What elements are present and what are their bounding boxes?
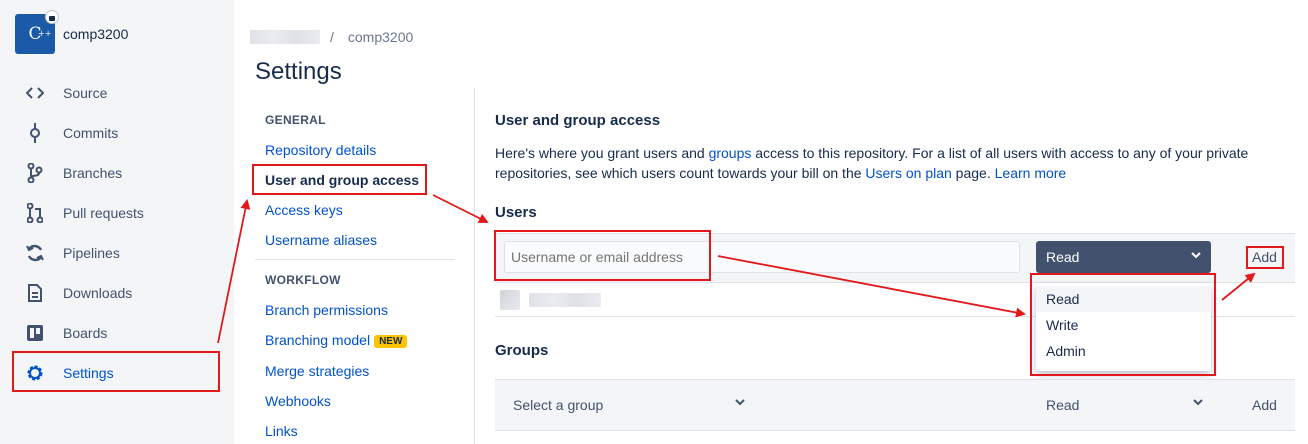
subnav-divider: [255, 259, 455, 260]
subnav-general-heading: GENERAL: [265, 113, 326, 127]
sidebar-item-label: Commits: [63, 125, 119, 141]
sidebar-item-label: Branches: [63, 165, 123, 181]
groups-heading: Groups: [495, 342, 549, 359]
sidebar-item-label: Downloads: [63, 285, 133, 301]
pipelines-icon: [24, 242, 46, 264]
repo-avatar-sup: ++: [38, 29, 52, 38]
pull-request-icon: [24, 202, 46, 224]
annotation-box-username-input: [494, 230, 711, 281]
users-on-plan-link[interactable]: Users on plan: [865, 165, 951, 181]
sidebar-item-label: Pull requests: [63, 205, 144, 221]
subnav-branch-permissions[interactable]: Branch permissions: [265, 302, 388, 318]
learn-more-link[interactable]: Learn more: [995, 165, 1067, 181]
subnav-merge-strategies[interactable]: Merge strategies: [265, 363, 369, 379]
users-heading: Users: [495, 204, 537, 221]
page-title: Settings: [255, 58, 342, 85]
subnav-webhooks[interactable]: Webhooks: [265, 393, 331, 409]
sidebar-item-boards[interactable]: Boards: [0, 313, 234, 353]
subnav-repository-details[interactable]: Repository details: [265, 142, 376, 158]
chevron-down-icon: [735, 397, 745, 410]
chevron-down-icon: [1193, 397, 1203, 410]
repo-name[interactable]: comp3200: [63, 26, 128, 42]
section-title: User and group access: [495, 112, 661, 129]
breadcrumb: / comp3200: [250, 29, 413, 45]
lock-icon: [45, 10, 59, 24]
group-select[interactable]: Select a group: [513, 397, 603, 413]
group-permission-select[interactable]: Read: [1046, 397, 1079, 413]
breadcrumb-repo-link[interactable]: comp3200: [348, 29, 413, 45]
desc-text-1: Here's where you grant users and: [495, 145, 709, 161]
sidebar-item-branches[interactable]: Branches: [0, 153, 234, 193]
sidebar-item-label: Boards: [63, 325, 108, 341]
sidebar-item-source[interactable]: Source: [0, 73, 234, 113]
subnav-workflow-heading: WORKFLOW: [265, 273, 341, 287]
annotation-box-permission-menu: [1030, 273, 1216, 376]
board-icon: [24, 322, 46, 344]
repo-avatar: C ++: [15, 10, 59, 54]
permission-select-value: Read: [1046, 249, 1080, 265]
add-group-button[interactable]: Add: [1252, 397, 1277, 413]
sidebar-item-label: Source: [63, 85, 108, 101]
subnav-branching-model-label: Branching model: [265, 332, 371, 348]
redacted-username: [529, 293, 601, 307]
sidebar-item-label: Pipelines: [63, 245, 120, 261]
content-divider: [474, 88, 475, 444]
subnav-branching-model[interactable]: Branching model NEW: [265, 332, 408, 348]
subnav-links[interactable]: Links: [265, 423, 298, 439]
desc-text-3: page.: [951, 165, 995, 181]
section-description: Here's where you grant users and groups …: [495, 143, 1265, 183]
avatar: [500, 290, 520, 310]
download-file-icon: [24, 282, 46, 304]
breadcrumb-separator: /: [330, 29, 334, 45]
annotation-box-settings: [12, 351, 220, 392]
sidebar-item-commits[interactable]: Commits: [0, 113, 234, 153]
code-icon: [24, 82, 46, 104]
subnav-access-keys[interactable]: Access keys: [265, 202, 343, 218]
subnav-username-aliases[interactable]: Username aliases: [265, 232, 377, 248]
branch-icon: [24, 162, 46, 184]
chevron-down-icon: [1191, 250, 1201, 263]
arrow-access-to-input: [432, 194, 489, 223]
repo-header[interactable]: C ++ comp3200: [15, 10, 128, 54]
new-badge: NEW: [374, 334, 408, 348]
commit-icon: [24, 122, 46, 144]
annotation-box-user-group-access: [252, 164, 427, 195]
annotation-box-add: [1246, 246, 1284, 269]
sidebar-item-pull-requests[interactable]: Pull requests: [0, 193, 234, 233]
sidebar-item-downloads[interactable]: Downloads: [0, 273, 234, 313]
add-group-row: [495, 379, 1295, 431]
permission-select[interactable]: Read: [1036, 241, 1211, 273]
groups-link[interactable]: groups: [709, 145, 752, 161]
redacted-owner[interactable]: [250, 30, 320, 44]
sidebar-item-pipelines[interactable]: Pipelines: [0, 233, 234, 273]
